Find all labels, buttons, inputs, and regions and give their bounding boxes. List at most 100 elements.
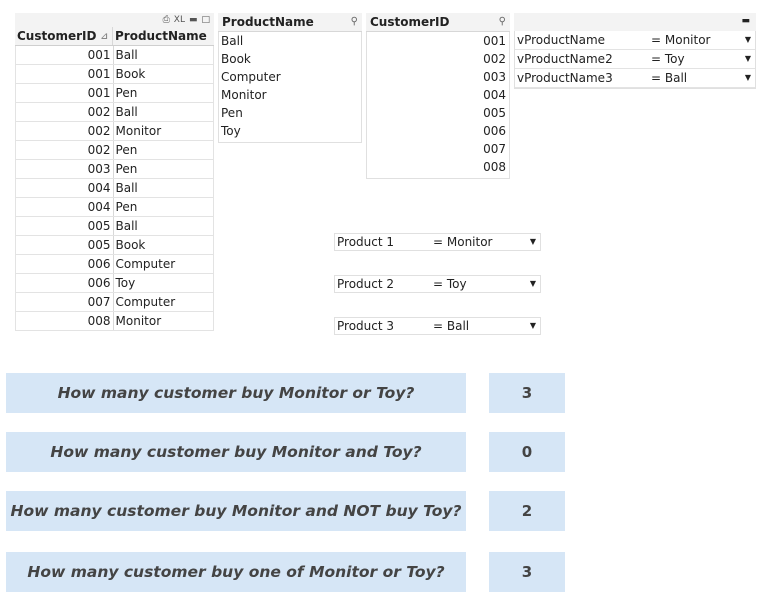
- listbox-items: Ball Book Computer Monitor Pen Toy: [218, 32, 362, 143]
- print-icon[interactable]: ⎙: [163, 15, 170, 25]
- product-selector-value[interactable]: = Toy ▼: [433, 276, 540, 292]
- productname-listbox: ProductName ⚲ Ball Book Computer Monitor Pen…: [218, 13, 362, 143]
- cell-productname: Ball: [115, 181, 138, 195]
- column-header-productname[interactable]: ProductName: [113, 27, 213, 45]
- list-item[interactable]: 006: [367, 122, 509, 140]
- cell-productname: Toy: [115, 276, 136, 290]
- variables-input-box: ▬ vProductName = Monitor ▼ vProductName2 = T…: [514, 13, 756, 89]
- variable-row[interactable]: vProductName = Monitor ▼: [515, 31, 755, 50]
- table-row[interactable]: 001 Ball: [16, 46, 213, 65]
- minimize-icon[interactable]: ▬: [741, 16, 750, 26]
- table-row[interactable]: 003 Pen: [16, 160, 213, 179]
- cell-customerid: 006: [16, 274, 114, 292]
- list-item[interactable]: Book: [219, 50, 361, 68]
- product-selector-text: = Toy: [433, 277, 467, 291]
- variable-name: vProductName3: [517, 71, 613, 85]
- cell-productname: Computer: [115, 295, 176, 309]
- answer-value-box: 2: [489, 491, 565, 531]
- list-item[interactable]: 008: [367, 158, 509, 176]
- table-row[interactable]: 004 Pen: [16, 198, 213, 217]
- product-selector[interactable]: Product 2 = Toy ▼: [334, 275, 541, 293]
- variable-value-dropdown[interactable]: = Monitor ▼: [649, 31, 755, 49]
- table-row[interactable]: 007 Computer: [16, 293, 213, 312]
- answer-value-box: 3: [489, 373, 565, 413]
- cell-productname: Ball: [115, 219, 138, 233]
- variable-row[interactable]: vProductName2 = Toy ▼: [515, 50, 755, 69]
- table-row[interactable]: 005 Book: [16, 236, 213, 255]
- cell-customerid: 002: [16, 122, 114, 140]
- list-item[interactable]: Ball: [219, 32, 361, 50]
- maximize-icon[interactable]: □: [201, 15, 210, 25]
- chevron-down-icon[interactable]: ▼: [745, 31, 751, 49]
- cell-customerid: 006: [16, 255, 114, 273]
- minimize-icon[interactable]: ▬: [189, 15, 198, 25]
- product-selector-label: Product 2: [337, 277, 395, 291]
- variable-value-dropdown[interactable]: = Toy ▼: [649, 50, 755, 68]
- cell-customerid: 005: [16, 236, 114, 254]
- cell-productname: Monitor: [115, 124, 162, 138]
- search-icon[interactable]: ⚲: [499, 13, 506, 31]
- cell-customerid: 001: [16, 65, 114, 83]
- table-row[interactable]: 002 Monitor: [16, 122, 213, 141]
- variables-caption-bar: ▬: [514, 13, 756, 31]
- cell-productname: Pen: [115, 162, 138, 176]
- table-row[interactable]: 008 Monitor: [16, 312, 213, 331]
- table-header: CustomerID ⊿ ProductName: [15, 27, 214, 46]
- variable-value: = Monitor: [651, 33, 711, 47]
- chevron-down-icon[interactable]: ▼: [530, 276, 536, 292]
- list-item[interactable]: Computer: [219, 68, 361, 86]
- list-item[interactable]: 002: [367, 50, 509, 68]
- list-item[interactable]: 003: [367, 68, 509, 86]
- table-row[interactable]: 001 Pen: [16, 84, 213, 103]
- table-row[interactable]: 002 Ball: [16, 103, 213, 122]
- question-text-box: How many customer buy one of Monitor or …: [6, 552, 466, 592]
- cell-productname: Monitor: [115, 314, 162, 328]
- table-row[interactable]: 005 Ball: [16, 217, 213, 236]
- cell-productname: Ball: [115, 105, 138, 119]
- table-row[interactable]: 001 Book: [16, 65, 213, 84]
- table-row[interactable]: 006 Computer: [16, 255, 213, 274]
- column-header-customerid[interactable]: CustomerID ⊿: [15, 27, 113, 45]
- list-item[interactable]: 001: [367, 32, 509, 50]
- list-item[interactable]: 004: [367, 86, 509, 104]
- variable-value: = Toy: [651, 52, 685, 66]
- cell-customerid: 004: [16, 198, 114, 216]
- xl-icon[interactable]: XL: [174, 15, 185, 25]
- search-icon[interactable]: ⚲: [351, 13, 358, 31]
- chevron-down-icon[interactable]: ▼: [530, 234, 536, 250]
- chevron-down-icon[interactable]: ▼: [530, 318, 536, 334]
- list-item[interactable]: 007: [367, 140, 509, 158]
- list-item[interactable]: 005: [367, 104, 509, 122]
- product-selector-value[interactable]: = Monitor ▼: [433, 234, 540, 250]
- cell-productname: Book: [115, 238, 146, 252]
- product-selector-label: Product 3: [337, 319, 395, 333]
- list-item[interactable]: Monitor: [219, 86, 361, 104]
- list-item[interactable]: Pen: [219, 104, 361, 122]
- product-selector[interactable]: Product 1 = Monitor ▼: [334, 233, 541, 251]
- table-row[interactable]: 002 Pen: [16, 141, 213, 160]
- cell-customerid: 007: [16, 293, 114, 311]
- cell-productname: Ball: [115, 48, 138, 62]
- cell-customerid: 002: [16, 103, 114, 121]
- cell-productname: Pen: [115, 86, 138, 100]
- table-row[interactable]: 004 Ball: [16, 179, 213, 198]
- question-text-box: How many customer buy Monitor or Toy?: [6, 373, 466, 413]
- chevron-down-icon[interactable]: ▼: [745, 50, 751, 68]
- answer-value-box: 3: [489, 552, 565, 592]
- variable-value: = Ball: [651, 71, 688, 85]
- table-body: 001 Ball 001 Book 001 Pen 002 Ball 002 Monitor 002…: [15, 46, 214, 331]
- cell-productname: Book: [115, 67, 146, 81]
- chevron-down-icon[interactable]: ▼: [745, 69, 751, 87]
- product-selector-value[interactable]: = Ball ▼: [433, 318, 540, 334]
- listbox-header: CustomerID ⚲: [366, 13, 510, 32]
- product-selector[interactable]: Product 3 = Ball ▼: [334, 317, 541, 335]
- table-row[interactable]: 006 Toy: [16, 274, 213, 293]
- variable-value-dropdown[interactable]: = Ball ▼: [649, 69, 755, 87]
- customerid-listbox: CustomerID ⚲ 001 002 003 004 005 006 007 008: [366, 13, 510, 179]
- cell-productname: Computer: [115, 257, 176, 271]
- cell-customerid: 001: [16, 46, 114, 64]
- list-item[interactable]: Toy: [219, 122, 361, 140]
- variable-rows: vProductName = Monitor ▼ vProductName2 = Toy…: [514, 31, 756, 89]
- variable-row[interactable]: vProductName3 = Ball ▼: [515, 69, 755, 88]
- product-selector-text: = Monitor: [433, 235, 493, 249]
